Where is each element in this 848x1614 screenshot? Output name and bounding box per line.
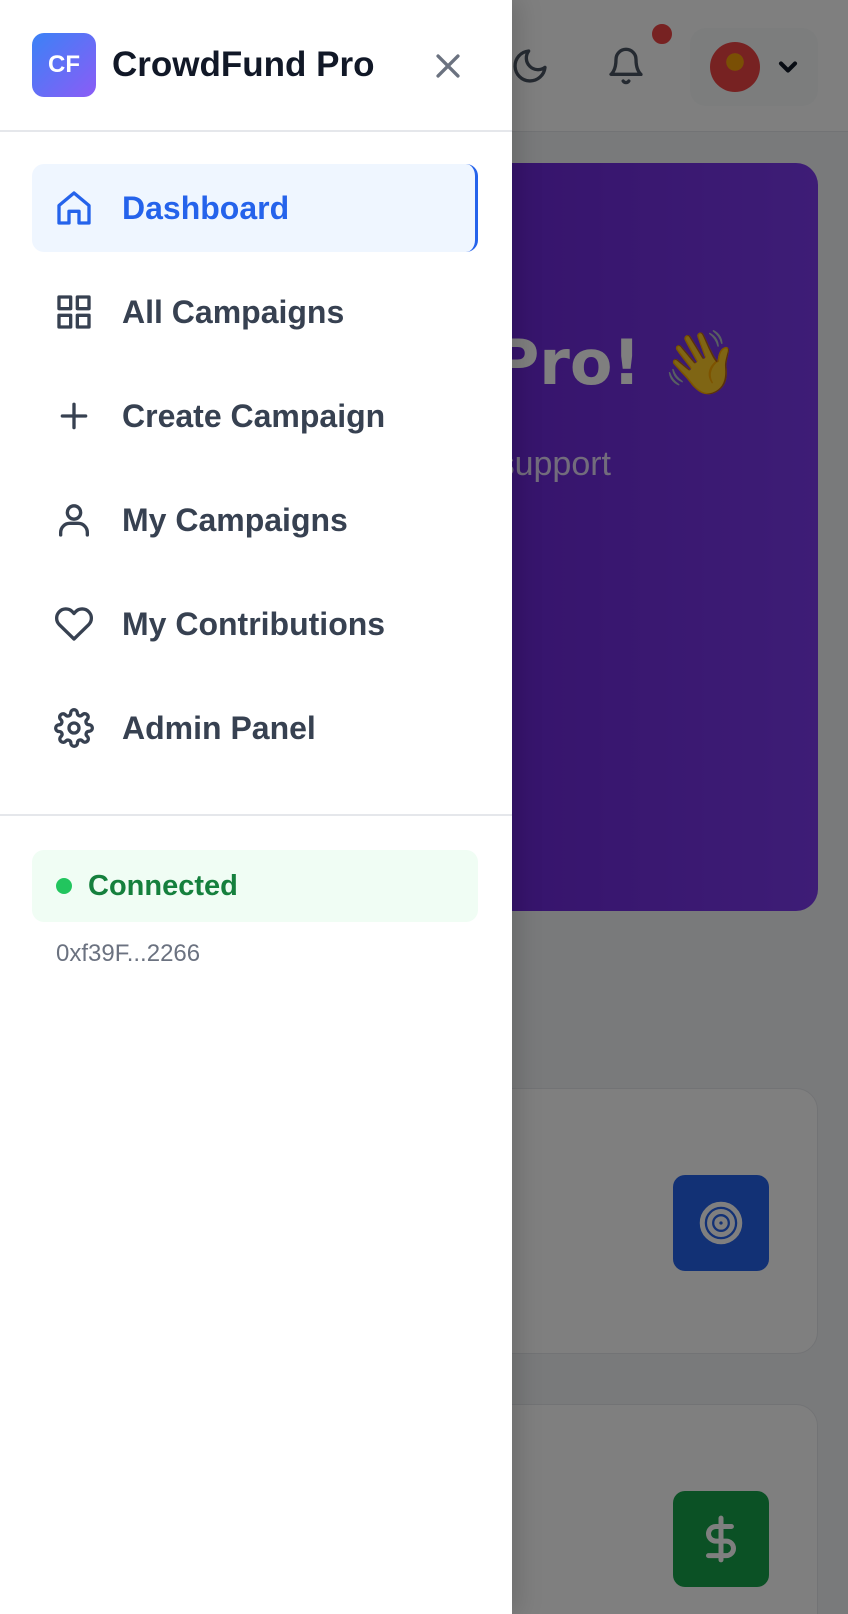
plus-icon: [60, 402, 88, 430]
sidebar-item-label: My Campaigns: [122, 501, 348, 538]
sidebar-item-my-campaigns[interactable]: My Campaigns: [32, 476, 478, 564]
gear-icon: [54, 708, 94, 748]
sidebar-divider: [0, 814, 512, 816]
sidebar-item-my-contributions[interactable]: My Contributions: [32, 580, 478, 668]
wallet-address: 0xf39F...2266: [56, 940, 201, 967]
app-name: CrowdFund Pro: [112, 45, 375, 84]
sidebar-item-admin-panel[interactable]: Admin Panel: [32, 684, 478, 772]
heart-icon: [54, 607, 94, 641]
sidebar-item-label: My Contributions: [122, 605, 386, 642]
sidebar-item-label: Create Campaign: [122, 397, 386, 434]
sidebar-item-label: Dashboard: [122, 189, 290, 226]
sidebar-nav: Dashboard All Campaigns Create Campaign …: [0, 132, 512, 772]
app-logo: CF: [32, 33, 96, 97]
connected-status-dot: [56, 878, 72, 894]
wallet-status-label: Connected: [88, 869, 238, 902]
sidebar-item-create-campaign[interactable]: Create Campaign: [32, 372, 478, 460]
home-icon: [57, 191, 91, 225]
sidebar-item-label: Admin Panel: [122, 709, 316, 746]
close-icon: [436, 54, 460, 78]
sidebar-item-dashboard[interactable]: Dashboard: [32, 164, 478, 252]
user-icon: [59, 504, 90, 537]
sidebar-item-all-campaigns[interactable]: All Campaigns: [32, 268, 478, 356]
sidebar-item-label: All Campaigns: [122, 293, 345, 330]
mobile-sidebar-drawer: CF CrowdFund Pro Dashboard All Campaigns…: [0, 0, 512, 1614]
drawer-header: CF CrowdFund Pro: [0, 0, 512, 132]
grid-icon: [57, 295, 91, 329]
wallet-status: Connected: [32, 850, 478, 922]
close-drawer-button[interactable]: [426, 44, 470, 88]
